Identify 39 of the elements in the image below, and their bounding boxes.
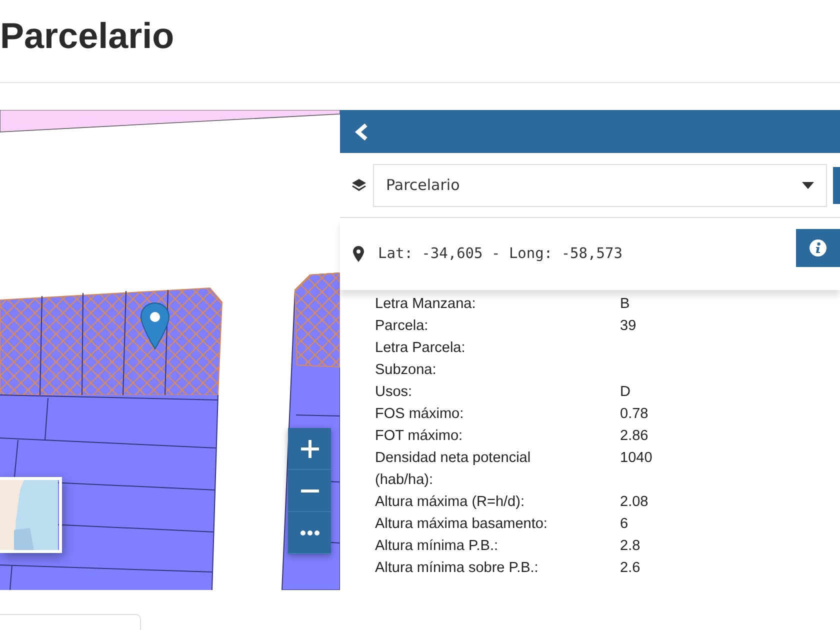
attribute-value: B [620, 295, 631, 314]
attribute-label: Altura máxima (R=h/d): [375, 493, 526, 512]
attribute-value: 2.6 [620, 559, 642, 578]
attribute-value: 2.8 [620, 537, 642, 556]
info-button[interactable] [796, 229, 840, 267]
minus-icon [298, 488, 320, 492]
more-icon [298, 530, 320, 536]
map-pin-icon[interactable] [140, 302, 170, 350]
attribute-value: 2.86 [620, 427, 650, 446]
attribute-value: 6 [620, 515, 630, 534]
attribute-value: 2.08 [620, 493, 650, 512]
layers-icon [351, 178, 367, 192]
attribute-label: Parcela: [375, 317, 430, 336]
attribute-value: 39 [620, 317, 638, 336]
layer-select[interactable]: Parcelario [373, 164, 827, 206]
caret-icon [802, 182, 814, 188]
info-icon [809, 239, 827, 257]
attribute-label: Letra Parcela: [375, 339, 466, 358]
coordinates-text: Lat: -34,605 - Long: -58,573 [378, 246, 624, 262]
more-options-button[interactable] [288, 512, 331, 554]
attribute-label: Letra Manzana: [375, 295, 477, 314]
page-title: Parcelario [0, 14, 176, 58]
attribute-label: Altura mínima P.B.: [375, 537, 500, 556]
chevron-left-icon [354, 122, 370, 140]
map-thumbnail-drawing [0, 480, 58, 550]
attribute-value: D [620, 383, 632, 402]
attribute-label: FOS máximo: [375, 405, 465, 424]
attribute-label: Subzona: [375, 361, 438, 380]
attribute-label: Altura máxima basamento: [375, 515, 548, 534]
attribute-label: Densidad neta potencial (hab/ha): [375, 449, 532, 490]
attribute-label: Altura mínima sobre P.B.: [375, 559, 540, 578]
attribute-value: 0.78 [620, 405, 650, 424]
zoom-in-button[interactable] [288, 428, 331, 470]
zoom-out-button[interactable] [288, 470, 331, 512]
location-pin-icon [353, 246, 364, 262]
attribute-label: FOT máximo: [375, 427, 464, 446]
attribute-label: Usos: [375, 383, 414, 402]
plus-icon [298, 438, 320, 460]
attribute-value: 1040 [620, 449, 654, 468]
